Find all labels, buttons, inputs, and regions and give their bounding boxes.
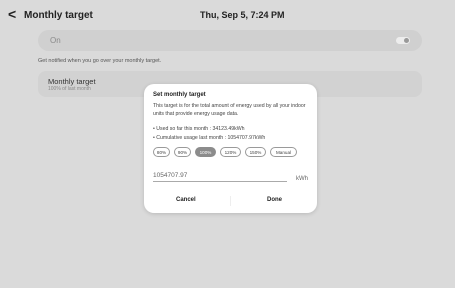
set-monthly-target-dialog: Set monthly target This target is for th… bbox=[144, 84, 317, 213]
on-label: On bbox=[50, 36, 61, 45]
chip-manual[interactable]: Manual bbox=[270, 147, 297, 157]
on-toggle-switch[interactable] bbox=[396, 37, 410, 44]
datetime-label: Thu, Sep 5, 7:24 PM bbox=[200, 10, 285, 20]
chip-90[interactable]: 90% bbox=[174, 147, 191, 157]
monthly-target-title: Monthly target bbox=[48, 77, 96, 86]
used-so-far-text: • Used so far this month : 34123.49kWh bbox=[153, 126, 245, 132]
done-button[interactable]: Done bbox=[267, 197, 282, 203]
monthly-target-subtitle: 100% of last month bbox=[48, 86, 91, 92]
chip-80[interactable]: 80% bbox=[153, 147, 170, 157]
button-divider bbox=[230, 196, 231, 206]
back-icon[interactable]: < bbox=[8, 6, 16, 22]
app-header: < Monthly target Thu, Sep 5, 7:24 PM bbox=[0, 0, 455, 28]
chip-120[interactable]: 120% bbox=[220, 147, 241, 157]
unit-label: kWh bbox=[296, 176, 308, 182]
dialog-title: Set monthly target bbox=[153, 92, 206, 98]
cancel-button[interactable]: Cancel bbox=[176, 197, 196, 203]
chip-150[interactable]: 150% bbox=[245, 147, 266, 157]
cumulative-usage-text: • Cumulative usage last month : 1054707.… bbox=[153, 135, 266, 141]
chip-100[interactable]: 100% bbox=[195, 147, 216, 157]
notify-description: Get notified when you go over your month… bbox=[38, 58, 162, 64]
toggle-knob bbox=[404, 38, 409, 43]
dialog-description: This target is for the total amount of e… bbox=[153, 103, 306, 117]
target-value-input[interactable] bbox=[153, 170, 287, 182]
on-toggle-row[interactable]: On bbox=[38, 30, 422, 51]
page-title: Monthly target bbox=[24, 10, 93, 21]
